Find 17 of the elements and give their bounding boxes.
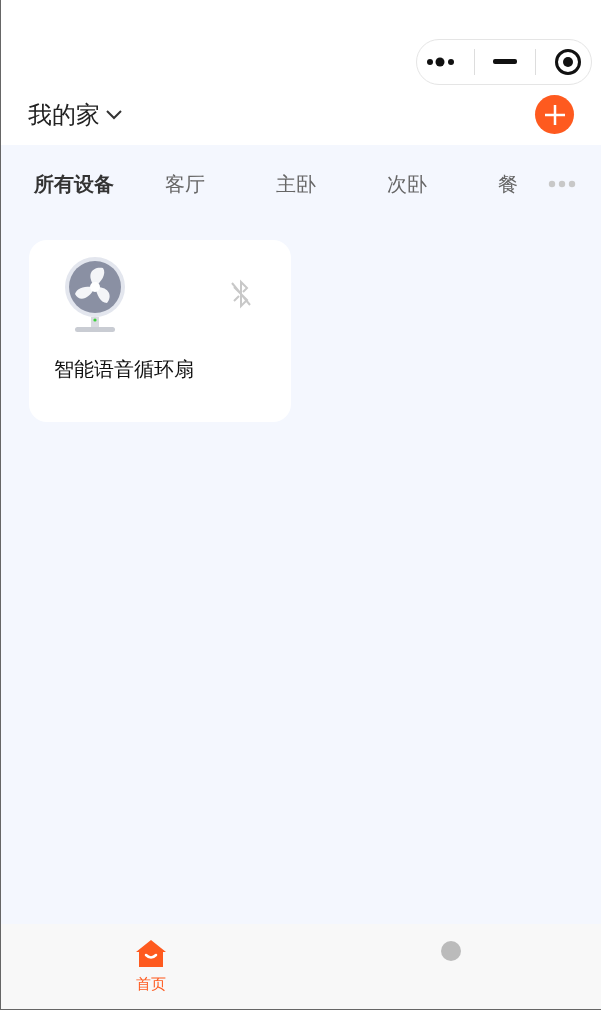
- device-card[interactable]: 智能语音循环扇: [29, 240, 291, 422]
- room-tab[interactable]: 次卧: [387, 170, 498, 198]
- room-tab[interactable]: 餐: [498, 170, 536, 198]
- home-icon: [135, 939, 167, 969]
- circle-icon: [439, 939, 463, 963]
- plus-icon: [543, 103, 566, 126]
- fan-icon: [63, 256, 127, 334]
- chevron-down-icon[interactable]: [106, 109, 122, 120]
- room-tab[interactable]: 所有设备: [34, 170, 165, 198]
- room-tab[interactable]: 客厅: [165, 170, 276, 198]
- target-icon[interactable]: [554, 48, 582, 76]
- room-tab[interactable]: 主卧: [276, 170, 387, 198]
- minimize-icon[interactable]: [493, 59, 517, 65]
- device-name: 智能语音循环扇: [54, 356, 194, 383]
- more-icon[interactable]: [426, 56, 456, 68]
- add-button[interactable]: [535, 95, 574, 134]
- home-selector[interactable]: 我的家: [28, 98, 100, 131]
